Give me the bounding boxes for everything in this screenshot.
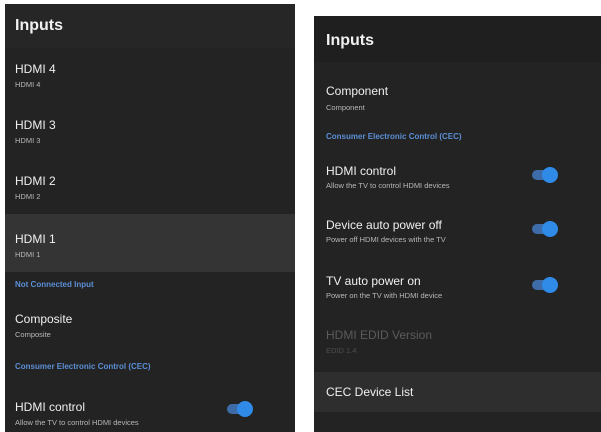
section-label-text: Not Connected Input: [15, 280, 94, 289]
setting-subtitle: Power on the TV with HDMI device: [326, 291, 443, 300]
input-item-hdmi-2[interactable]: HDMI 2 HDMI 2: [5, 158, 295, 214]
setting-tv-auto-power-on[interactable]: TV auto power on Power on the TV with HD…: [314, 264, 601, 318]
input-item-subtitle: HDMI 3: [15, 136, 41, 145]
setting-hdmi-control[interactable]: HDMI control Allow the TV to control HDM…: [5, 384, 295, 427]
setting-subtitle: Allow the TV to control HDMI devices: [326, 181, 450, 190]
input-item-hdmi-4[interactable]: HDMI 4 HDMI 4: [5, 48, 295, 104]
setting-device-auto-power-off[interactable]: Device auto power off Power off HDMI dev…: [314, 208, 601, 264]
input-item-title: HDMI 1: [15, 232, 56, 246]
setting-title: TV auto power on: [326, 274, 421, 288]
section-label-cec: Consumer Electronic Control (CEC): [314, 128, 601, 152]
section-label-not-connected: Not Connected Input: [5, 272, 295, 296]
tv-auto-power-on-toggle[interactable]: [532, 277, 558, 293]
input-item-title: HDMI 4: [15, 62, 56, 76]
input-item-subtitle: Component: [326, 103, 365, 112]
input-item-hdmi-1[interactable]: HDMI 1 HDMI 1: [5, 214, 295, 272]
input-item-subtitle: HDMI 4: [15, 80, 41, 89]
hdmi-control-toggle[interactable]: [532, 167, 558, 183]
cec-device-list-label: CEC Device List: [326, 385, 414, 399]
inputs-panel-left: Inputs HDMI 4 HDMI 4 HDMI 3 HDMI 3 HDMI …: [5, 4, 295, 432]
input-item-subtitle: HDMI 1: [15, 250, 41, 259]
cec-device-list-item[interactable]: CEC Device List: [314, 372, 601, 412]
input-item-title: Component: [326, 84, 389, 98]
toggle-knob: [542, 221, 558, 237]
section-label-text: Consumer Electronic Control (CEC): [15, 362, 151, 371]
input-item-title: HDMI 2: [15, 174, 56, 188]
input-item-composite[interactable]: Composite Composite: [5, 296, 295, 356]
setting-subtitle: Power off HDMI devices with the TV: [326, 235, 446, 244]
toggle-knob: [542, 277, 558, 293]
input-item-hdmi-3[interactable]: HDMI 3 HDMI 3: [5, 104, 295, 158]
setting-title: HDMI control: [326, 164, 397, 178]
hdmi-control-toggle[interactable]: [227, 401, 253, 417]
page-title: Inputs: [314, 16, 601, 62]
inputs-panel-right: Inputs Component Component Consumer Elec…: [314, 16, 601, 432]
section-label-text: Consumer Electronic Control (CEC): [326, 132, 462, 141]
setting-hdmi-edid-version: HDMI EDID Version EDID 1.4: [314, 318, 601, 372]
toggle-knob: [542, 167, 558, 183]
page-title: Inputs: [5, 4, 295, 48]
setting-title: HDMI control: [15, 400, 86, 414]
input-item-subtitle: Composite: [15, 330, 51, 339]
setting-subtitle: Allow the TV to control HDMI devices: [15, 418, 139, 427]
input-item-title: Composite: [15, 312, 73, 326]
input-item-title: HDMI 3: [15, 118, 56, 132]
setting-title: Device auto power off: [326, 218, 442, 232]
setting-hdmi-control[interactable]: HDMI control Allow the TV to control HDM…: [314, 152, 601, 208]
setting-subtitle: EDID 1.4: [326, 346, 357, 355]
device-auto-power-off-toggle[interactable]: [532, 221, 558, 237]
section-label-cec: Consumer Electronic Control (CEC): [5, 356, 295, 384]
input-item-component[interactable]: Component Component: [314, 62, 601, 128]
input-item-subtitle: HDMI 2: [15, 192, 41, 201]
toggle-knob: [237, 401, 253, 417]
setting-title: HDMI EDID Version: [326, 328, 433, 342]
